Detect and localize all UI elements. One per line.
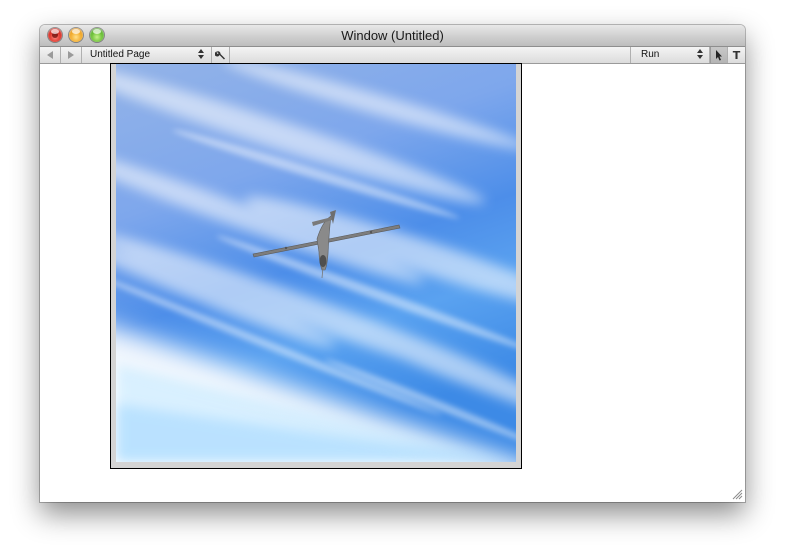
- flight-scene-image: [116, 64, 516, 462]
- wrench-icon: [215, 50, 225, 59]
- updown-arrows-icon: [198, 49, 204, 60]
- app-window: Window (Untitled) Untitled Page Run T: [40, 25, 745, 502]
- resize-grip-icon[interactable]: [732, 489, 743, 500]
- title-bar[interactable]: Window (Untitled): [40, 25, 745, 47]
- text-tool-button[interactable]: T: [728, 47, 745, 63]
- window-title: Window (Untitled): [341, 28, 444, 43]
- updown-arrows-icon: [697, 49, 703, 60]
- arrow-pointer-icon: [716, 49, 722, 60]
- sky-render-view[interactable]: [116, 64, 516, 462]
- page-selector[interactable]: Untitled Page: [82, 47, 212, 63]
- pointer-tool-button[interactable]: [710, 47, 728, 63]
- page-selector-label: Untitled Page: [90, 49, 151, 60]
- text-tool-icon: T: [732, 48, 741, 62]
- back-arrow-icon: [47, 51, 53, 59]
- forward-arrow-icon: [68, 51, 74, 59]
- run-mode-label: Run: [641, 49, 660, 60]
- image-frame[interactable]: [110, 63, 522, 469]
- back-button[interactable]: [40, 47, 61, 63]
- inspector-button[interactable]: [212, 47, 230, 63]
- toolbar: Untitled Page Run T: [40, 47, 745, 64]
- forward-button[interactable]: [61, 47, 82, 63]
- canvas-area[interactable]: [40, 63, 745, 502]
- run-mode-selector[interactable]: Run: [630, 47, 710, 63]
